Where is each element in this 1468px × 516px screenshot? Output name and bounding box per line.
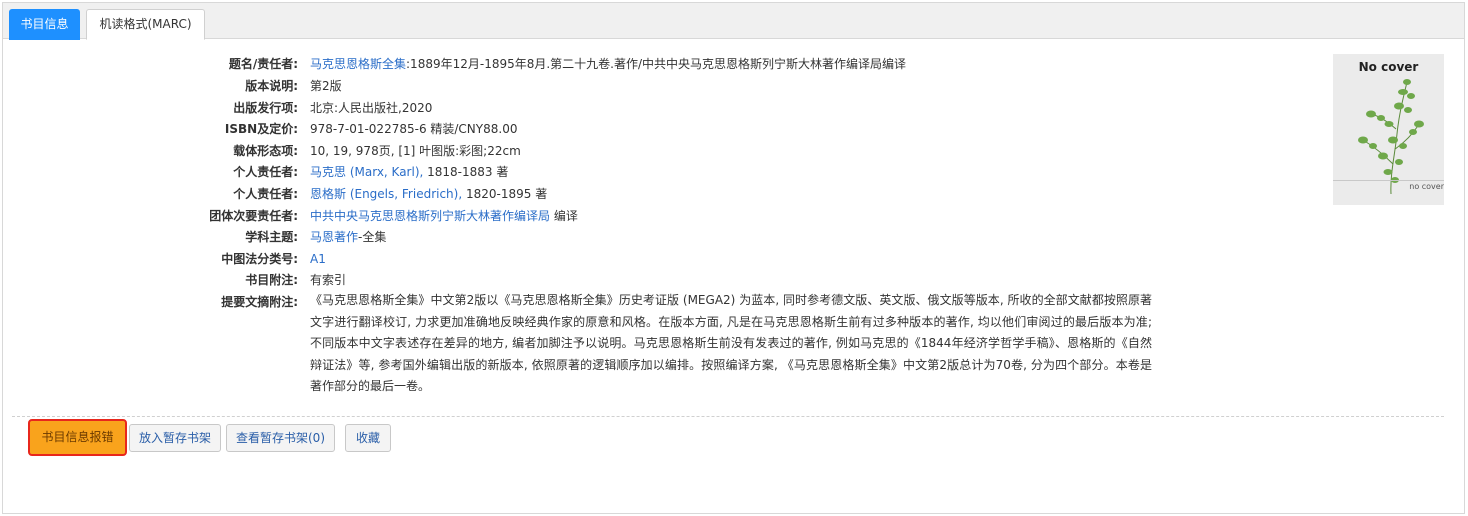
book-cover-image: No cover no cover: [1333, 54, 1444, 205]
publication-label: 出版发行项:: [233, 101, 298, 115]
actions-divider: [12, 416, 1444, 417]
subject-link[interactable]: 马恩著作: [310, 230, 358, 244]
author2-rest: 1820-1895 著: [462, 187, 548, 201]
report-error-button[interactable]: 书目信息报错: [28, 419, 127, 456]
row-edition: 版本说明: 第2版: [0, 75, 1180, 97]
edition-value: 第2版: [310, 79, 342, 93]
row-clc: 中图法分类号: A1: [0, 248, 1180, 270]
author2-value: 恩格斯 (Engels, Friedrich), 1820-1895 著: [310, 183, 547, 205]
isbn-value: 978-7-01-022785-6 精装/CNY88.00: [310, 122, 518, 136]
row-author-1: 个人责任者: 马克思 (Marx, Karl), 1818-1883 著: [0, 161, 1180, 183]
clc-value: A1: [310, 248, 326, 270]
publication-value: 北京:人民出版社,2020: [310, 101, 433, 115]
physical-label: 载体形态项:: [233, 144, 298, 158]
row-subject: 学科主题: 马恩著作-全集: [0, 226, 1180, 248]
corporate-label: 团体次要责任者:: [209, 209, 298, 223]
subject-rest: -全集: [358, 230, 387, 244]
row-author-2: 个人责任者: 恩格斯 (Engels, Friedrich), 1820-189…: [0, 183, 1180, 205]
isbn-label: ISBN及定价:: [224, 122, 298, 136]
author1-link[interactable]: 马克思 (Marx, Karl),: [310, 165, 423, 179]
subject-label: 学科主题:: [245, 230, 298, 244]
title-link[interactable]: 马克思恩格斯全集: [310, 57, 406, 71]
row-publication: 出版发行项: 北京:人民出版社,2020: [0, 97, 1180, 119]
view-shelf-button[interactable]: 查看暂存书架(0): [226, 424, 335, 452]
tab-bar: 书目信息 机读格式(MARC): [3, 3, 1464, 40]
row-corporate: 团体次要责任者: 中共中央马克思恩格斯列宁斯大林著作编译局 编译: [0, 205, 1180, 227]
row-physical: 载体形态项: 10, 19, 978页, [1] 叶图版:彩图;22cm: [0, 140, 1180, 162]
corporate-value: 中共中央马克思恩格斯列宁斯大林著作编译局 编译: [310, 205, 578, 227]
note-label: 书目附注:: [245, 273, 298, 287]
abstract-text: 《马克思恩格斯全集》中文第2版以《马克思恩格斯全集》历史考证版 (MEGA2) …: [310, 293, 1152, 393]
corporate-link[interactable]: 中共中央马克思恩格斯列宁斯大林著作编译局: [310, 209, 550, 223]
row-title: 题名/责任者: 马克思恩格斯全集:1889年12月-1895年8月.第二十九卷.…: [0, 53, 1180, 75]
subject-value: 马恩著作-全集: [310, 226, 386, 248]
cover-divider: [1333, 180, 1444, 181]
abstract-label: 提要文摘附注:: [221, 295, 298, 309]
add-to-shelf-button[interactable]: 放入暂存书架: [129, 424, 221, 452]
tab-book-info[interactable]: 书目信息: [9, 9, 80, 40]
corporate-rest: 编译: [550, 209, 578, 223]
title-value: 马克思恩格斯全集:1889年12月-1895年8月.第二十九卷.著作/中共中央马…: [310, 53, 906, 75]
clc-label: 中图法分类号:: [221, 252, 298, 266]
physical-value: 10, 19, 978页, [1] 叶图版:彩图;22cm: [310, 144, 521, 158]
note-value: 有索引: [310, 273, 347, 287]
row-note: 书目附注: 有索引: [0, 269, 1180, 291]
author2-link[interactable]: 恩格斯 (Engels, Friedrich),: [310, 187, 462, 201]
title-rest: :1889年12月-1895年8月.第二十九卷.著作/中共中央马克思恩格斯列宁斯…: [406, 57, 907, 71]
author1-value: 马克思 (Marx, Karl), 1818-1883 著: [310, 161, 508, 183]
author1-label: 个人责任者:: [233, 165, 298, 179]
clc-link[interactable]: A1: [310, 252, 326, 266]
author1-rest: 1818-1883 著: [423, 165, 509, 179]
favorite-button[interactable]: 收藏: [345, 424, 391, 452]
author2-label: 个人责任者:: [233, 187, 298, 201]
cover-footer: no cover: [1409, 182, 1444, 191]
tab-marc[interactable]: 机读格式(MARC): [86, 9, 205, 40]
title-label: 题名/责任者:: [228, 57, 298, 71]
edition-label: 版本说明:: [245, 79, 298, 93]
row-isbn: ISBN及定价: 978-7-01-022785-6 精装/CNY88.00: [0, 118, 1180, 140]
